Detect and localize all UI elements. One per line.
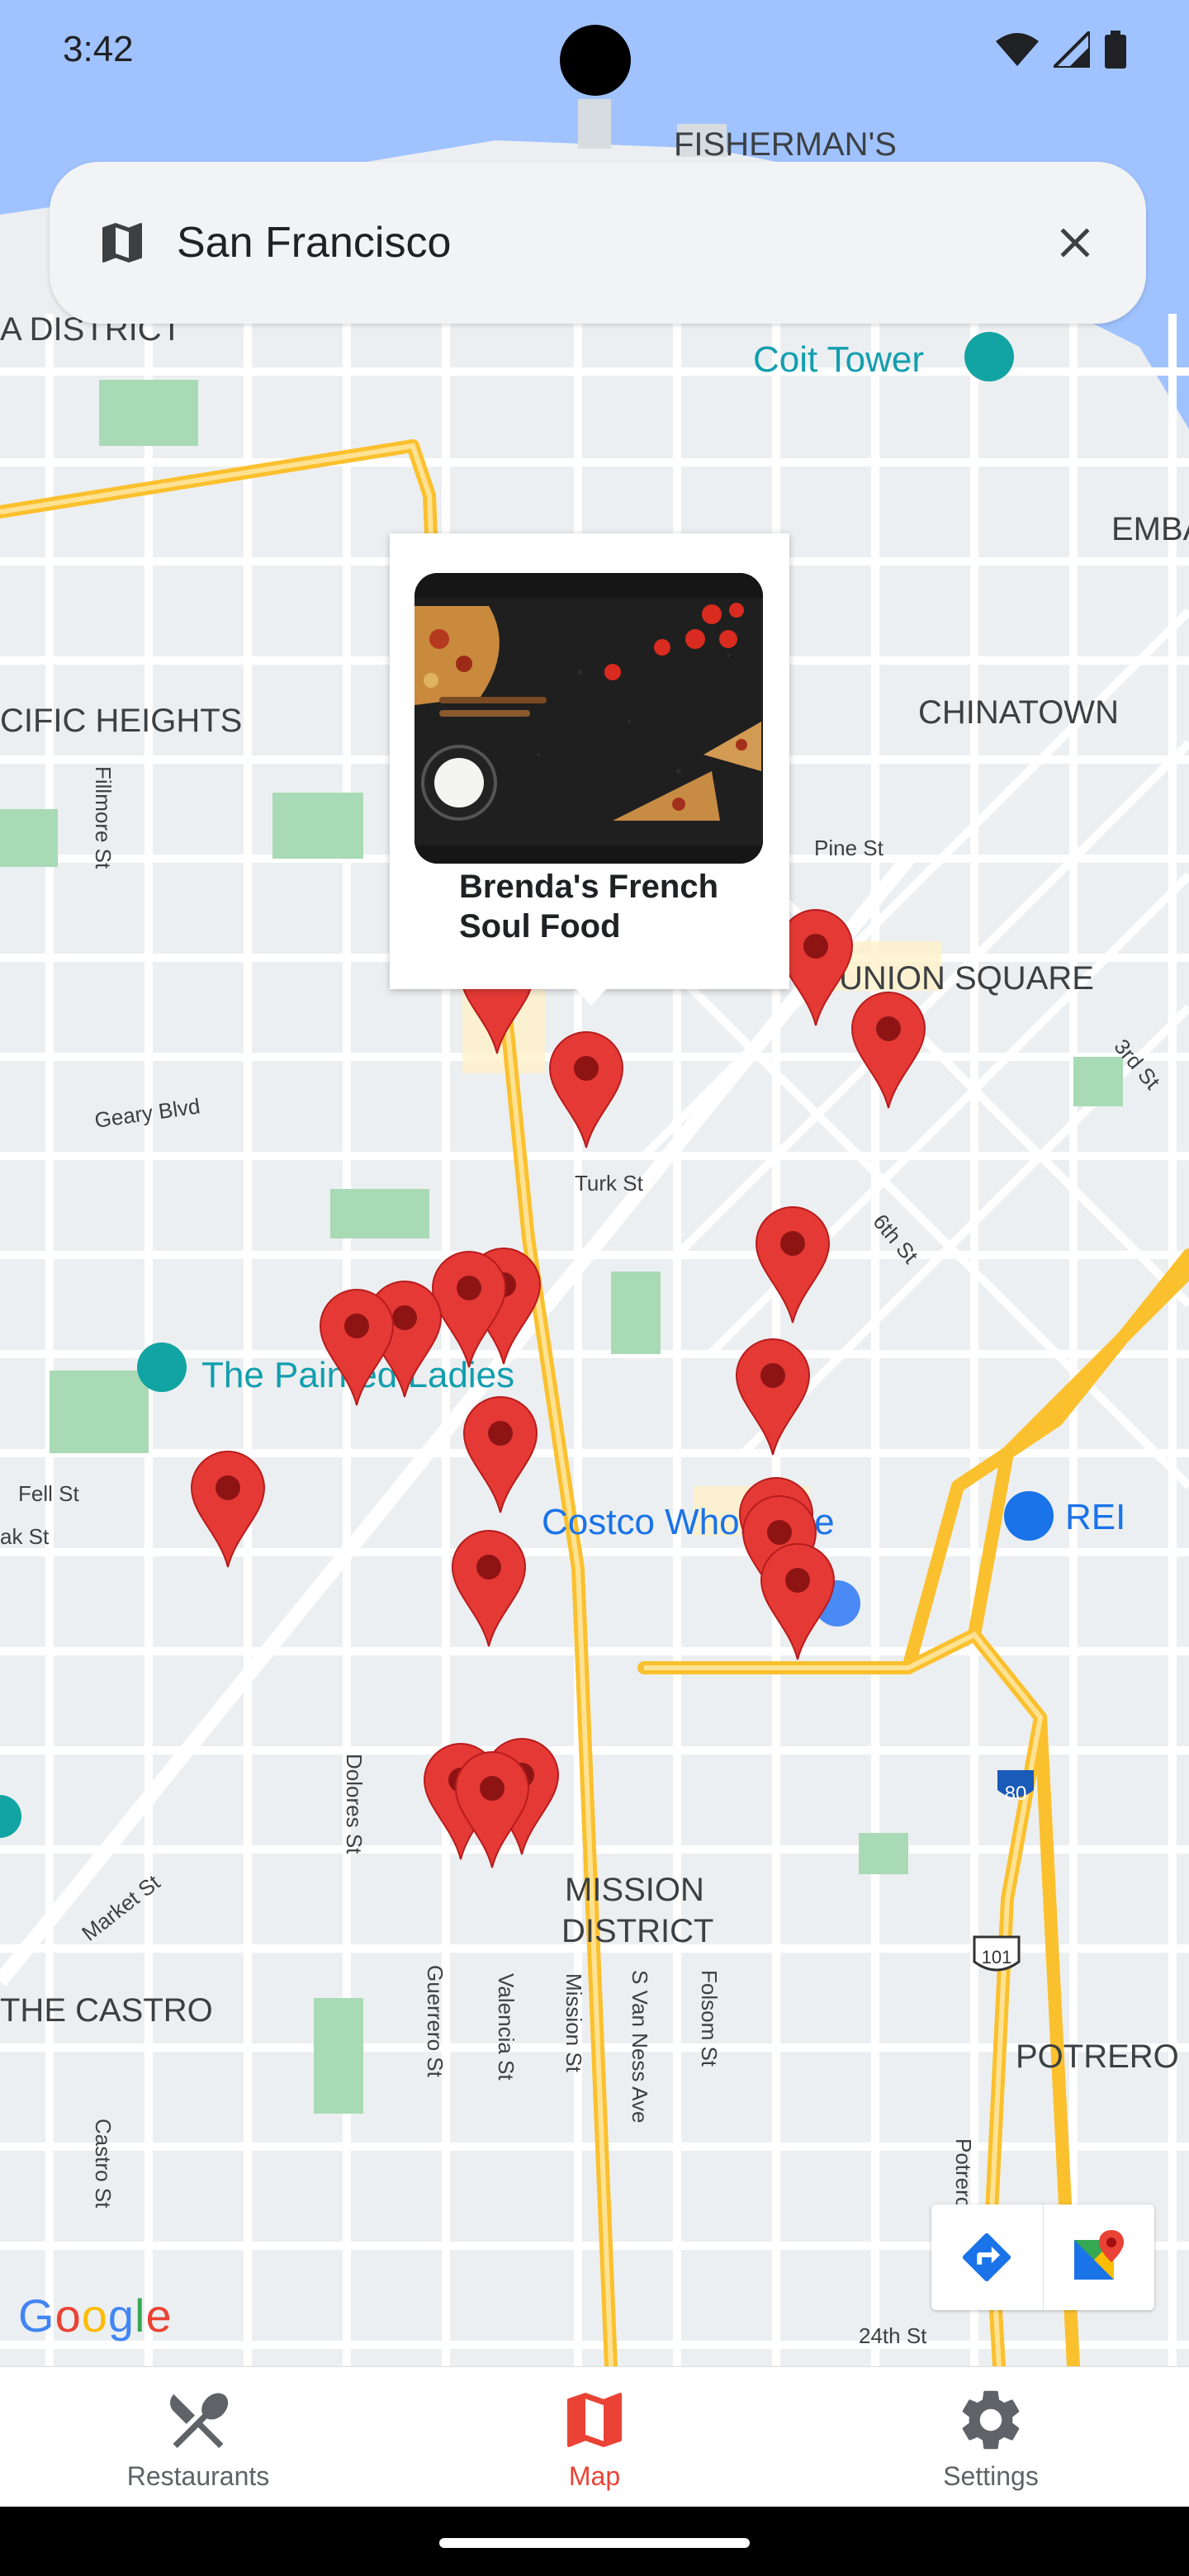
label-mission-1: MISSION — [565, 1872, 704, 1908]
label-castro: THE CASTRO — [0, 1992, 213, 2029]
status-icons — [996, 31, 1126, 69]
google-maps-icon — [1073, 2230, 1124, 2280]
map-toolbar[interactable] — [931, 2204, 1154, 2310]
nav-label-restaurants: Restaurants — [126, 2461, 270, 2491]
label-fillmore: Fillmore St — [91, 766, 116, 869]
label-fell: Fell St — [18, 1481, 79, 1506]
close-icon[interactable] — [1050, 218, 1100, 268]
us101-shield: 101 — [982, 1947, 1012, 1968]
signal-icon — [1054, 31, 1090, 68]
search-query[interactable]: San Francisco — [177, 218, 1050, 268]
status-time: 3:42 — [63, 29, 134, 69]
label-fishermans: FISHERMAN'S — [674, 126, 897, 163]
battery-icon — [1105, 31, 1126, 69]
label-chinatown: CHINATOWN — [918, 694, 1119, 731]
wifi-icon — [996, 33, 1039, 66]
search-bar[interactable]: San Francisco — [50, 162, 1146, 324]
label-pine: Pine St — [814, 836, 884, 860]
map-canvas: 80 101 FISHERMAN'S A DISTRICT Coit Tower… — [0, 0, 1189, 2366]
label-oak: ak St — [0, 1524, 50, 1549]
directions-icon — [963, 2233, 1011, 2282]
home-gesture-bar[interactable] — [439, 2538, 750, 2548]
directions-button[interactable] — [931, 2204, 1043, 2310]
label-embarcadero: EMBA — [1111, 511, 1189, 547]
restaurant-name: Brenda's French Soul Food — [459, 869, 719, 945]
map-icon — [567, 2393, 622, 2447]
label-pacific-heights: CIFIC HEIGHTS — [0, 703, 242, 739]
bottom-navigation: Restaurants Map Settings — [0, 2366, 1189, 2507]
map-icon — [96, 216, 149, 269]
label-mission-st: Mission St — [561, 1973, 586, 2073]
nav-settings[interactable]: Settings — [793, 2367, 1189, 2507]
label-rei: REI — [1065, 1497, 1125, 1537]
gear-icon — [962, 2390, 1020, 2450]
info-window-pointer — [575, 987, 608, 1006]
map-view[interactable]: 80 101 FISHERMAN'S A DISTRICT Coit Tower… — [0, 0, 1189, 2366]
label-potrero: POTRERO H — [1016, 2039, 1189, 2075]
open-in-maps-button[interactable] — [1042, 2204, 1155, 2310]
label-castro-st: Castro St — [91, 2119, 116, 2209]
label-guerrero: Guerrero St — [423, 1965, 448, 2078]
label-valencia: Valencia St — [494, 1973, 519, 2081]
nav-map[interactable]: Map — [396, 2367, 793, 2507]
label-folsom: Folsom St — [697, 1970, 722, 2067]
label-svanness: S Van Ness Ave — [628, 1970, 652, 2123]
nav-label-map: Map — [568, 2461, 621, 2491]
label-turk: Turk St — [575, 1171, 644, 1196]
marker-info-window[interactable]: Brenda's French Soul Food — [390, 533, 789, 989]
nav-restaurants[interactable]: Restaurants — [0, 2367, 396, 2507]
camera-cutout — [560, 25, 631, 96]
restaurant-photo — [414, 573, 763, 864]
google-logo: Google — [18, 2290, 173, 2342]
label-union-square: UNION SQUARE — [839, 960, 1094, 997]
fork-knife-icon — [170, 2393, 229, 2449]
i80-shield: 80 — [1005, 1783, 1027, 1805]
label-coit-tower: Coit Tower — [753, 339, 924, 380]
label-24th: 24th St — [859, 2323, 927, 2348]
label-dolores: Dolores St — [342, 1754, 367, 1854]
nav-label-settings: Settings — [943, 2461, 1039, 2491]
label-mission-2: DISTRICT — [561, 1913, 713, 1949]
